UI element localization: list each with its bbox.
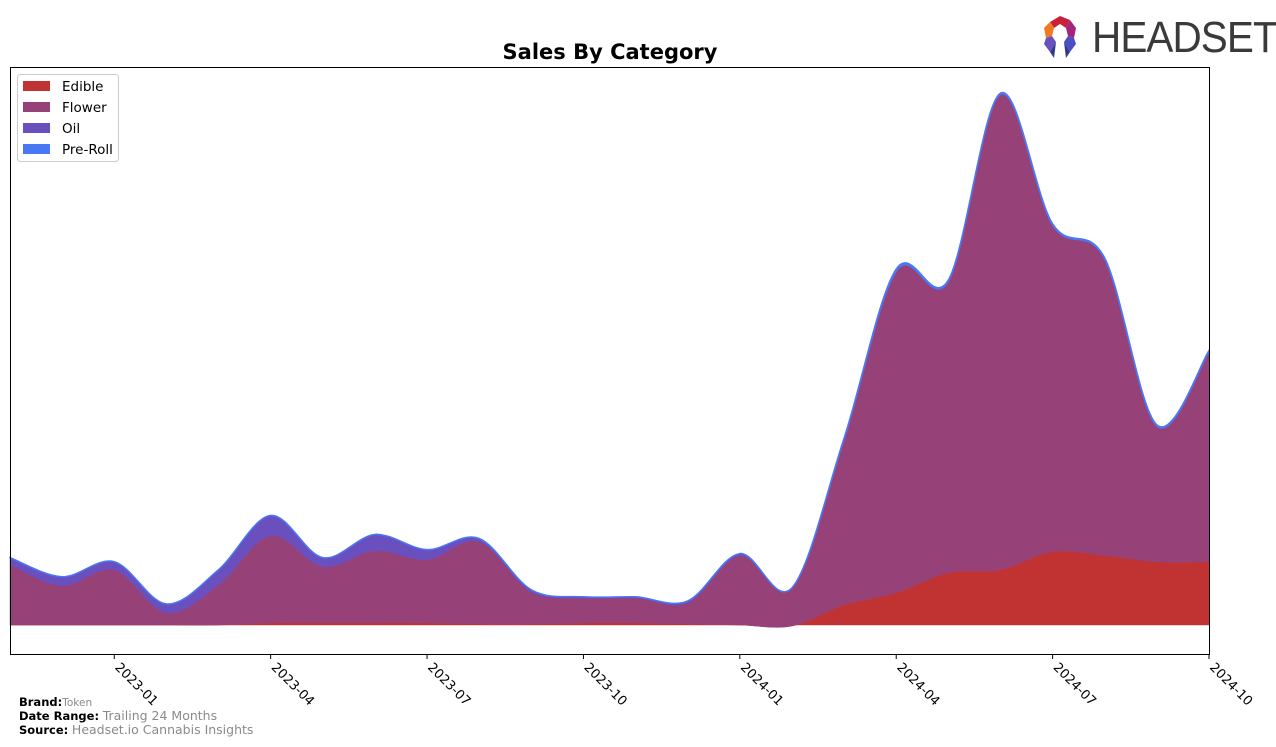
legend-label: Oil — [62, 121, 80, 137]
x-tick-label: 2024-04 — [893, 660, 942, 709]
legend-label: Flower — [62, 100, 107, 116]
legend-swatch-pre-roll — [23, 144, 50, 154]
legend: Edible Flower Oil Pre-Roll — [17, 74, 119, 162]
sales-by-category-chart: Sales By Category 2023-01 2023-04 2023-07 2… — [9, 40, 1255, 709]
x-tick-label: 2023-10 — [581, 660, 630, 709]
x-axis: 2023-01 2023-04 2023-07 2023-10 2024-01 2024-… — [111, 654, 1255, 709]
footer-source: Source: Headset.io Cannabis Insights — [19, 722, 254, 738]
brand-label: Brand: — [19, 695, 63, 709]
x-tick-label: 2024-10 — [1206, 660, 1255, 709]
footer-date-range: Date Range: Trailing 24 Months — [19, 708, 218, 724]
legend-label: Edible — [62, 79, 103, 95]
chart-title: Sales By Category — [503, 40, 718, 64]
footer-brand: Brand:Token — [19, 695, 92, 710]
x-tick-label: 2024-07 — [1050, 660, 1099, 709]
x-tick-label: 2023-04 — [268, 660, 317, 709]
source-label: Source: — [19, 723, 69, 737]
source-value: Headset.io Cannabis Insights — [71, 722, 254, 737]
x-tick-label: 2024-01 — [737, 660, 786, 709]
x-tick-label: 2023-01 — [111, 660, 160, 709]
legend-label: Pre-Roll — [62, 142, 113, 158]
legend-swatch-edible — [23, 81, 50, 91]
area-layers — [9, 92, 1210, 628]
x-tick-label: 2023-07 — [424, 660, 473, 709]
legend-swatch-flower — [23, 102, 50, 112]
headset-logo-icon — [1044, 16, 1076, 58]
headset-logo-text: HEADSET — [1092, 13, 1276, 62]
brand-value: Token — [62, 697, 93, 709]
date-range-label: Date Range: — [19, 709, 100, 723]
legend-swatch-oil — [23, 123, 50, 133]
area-flower — [9, 93, 1210, 628]
date-range-value: Trailing 24 Months — [102, 708, 218, 723]
